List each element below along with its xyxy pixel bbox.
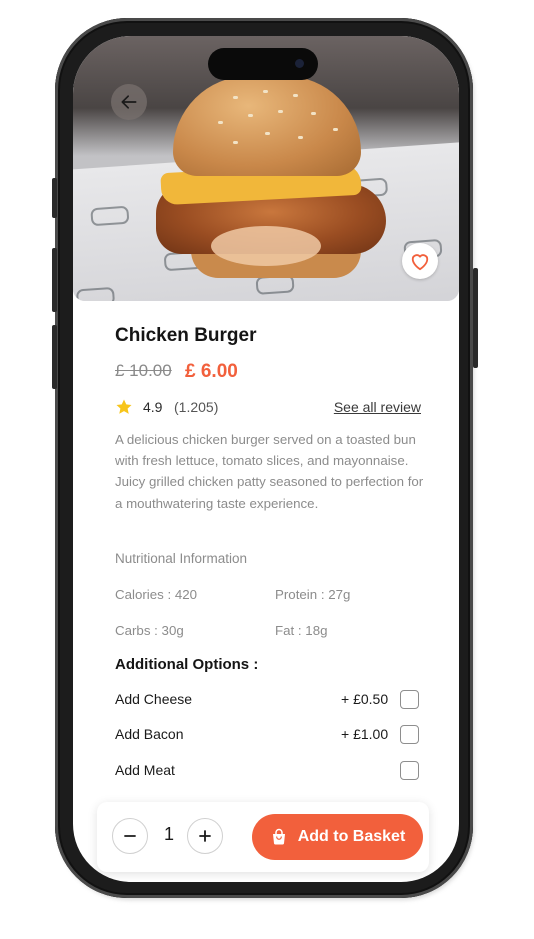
add-bacon-checkbox[interactable] xyxy=(400,725,419,744)
option-price: + £0.50 xyxy=(341,691,389,707)
product-title: Chicken Burger xyxy=(115,325,257,346)
old-price: £ 10.00 xyxy=(115,361,172,380)
arrow-left-icon xyxy=(121,95,137,109)
add-to-basket-label: Add to Basket xyxy=(297,828,406,845)
side-button-volume-up xyxy=(52,248,57,312)
nutrition-title: Nutritional Information xyxy=(115,551,248,566)
fat-value: Fat : 18g xyxy=(275,623,328,638)
sale-price: £ 6.00 xyxy=(185,361,238,382)
rating-value: 4.9 xyxy=(143,399,163,415)
quantity-value: 1 xyxy=(163,824,174,844)
option-label: Add Bacon xyxy=(115,726,184,742)
shopping-bag-icon xyxy=(272,828,285,845)
decrease-quantity-button[interactable] xyxy=(112,818,148,854)
add-cheese-checkbox[interactable] xyxy=(400,690,419,709)
cart-bar: 1 Add to Basket xyxy=(97,802,429,872)
side-button-action xyxy=(52,178,57,218)
side-button-power xyxy=(473,268,478,368)
side-button-volume-down xyxy=(52,325,57,389)
screen: Chicken Burger £ 10.00 £ 6.00 4.9 (1.205… xyxy=(73,36,459,882)
protein-value: Protein : 27g xyxy=(275,587,351,602)
rating-row: 4.9 (1.205) See all review xyxy=(115,397,421,417)
increase-quantity-button[interactable] xyxy=(187,818,223,854)
burger-illustration xyxy=(151,76,391,286)
additional-options-title: Additional Options : xyxy=(115,656,259,673)
star-icon xyxy=(116,399,132,414)
heart-icon xyxy=(411,254,429,271)
calories-value: Calories : 420 xyxy=(115,587,198,602)
option-label: Add Cheese xyxy=(115,691,193,707)
add-to-basket-button[interactable]: Add to Basket xyxy=(252,814,423,860)
see-all-reviews-link[interactable]: See all review xyxy=(334,399,421,415)
option-price: + £1.00 xyxy=(341,726,389,742)
option-label: Add Meat xyxy=(115,762,175,778)
favorite-button[interactable] xyxy=(402,243,438,279)
review-count: (1.205) xyxy=(174,399,219,415)
minus-icon xyxy=(124,835,136,837)
back-button[interactable] xyxy=(111,84,147,120)
carbs-value: Carbs : 30g xyxy=(115,623,184,638)
add-meat-checkbox[interactable] xyxy=(400,761,419,780)
plus-icon xyxy=(199,830,211,842)
product-description: A delicious chicken burger served on a t… xyxy=(115,432,424,511)
dynamic-island xyxy=(208,48,318,80)
